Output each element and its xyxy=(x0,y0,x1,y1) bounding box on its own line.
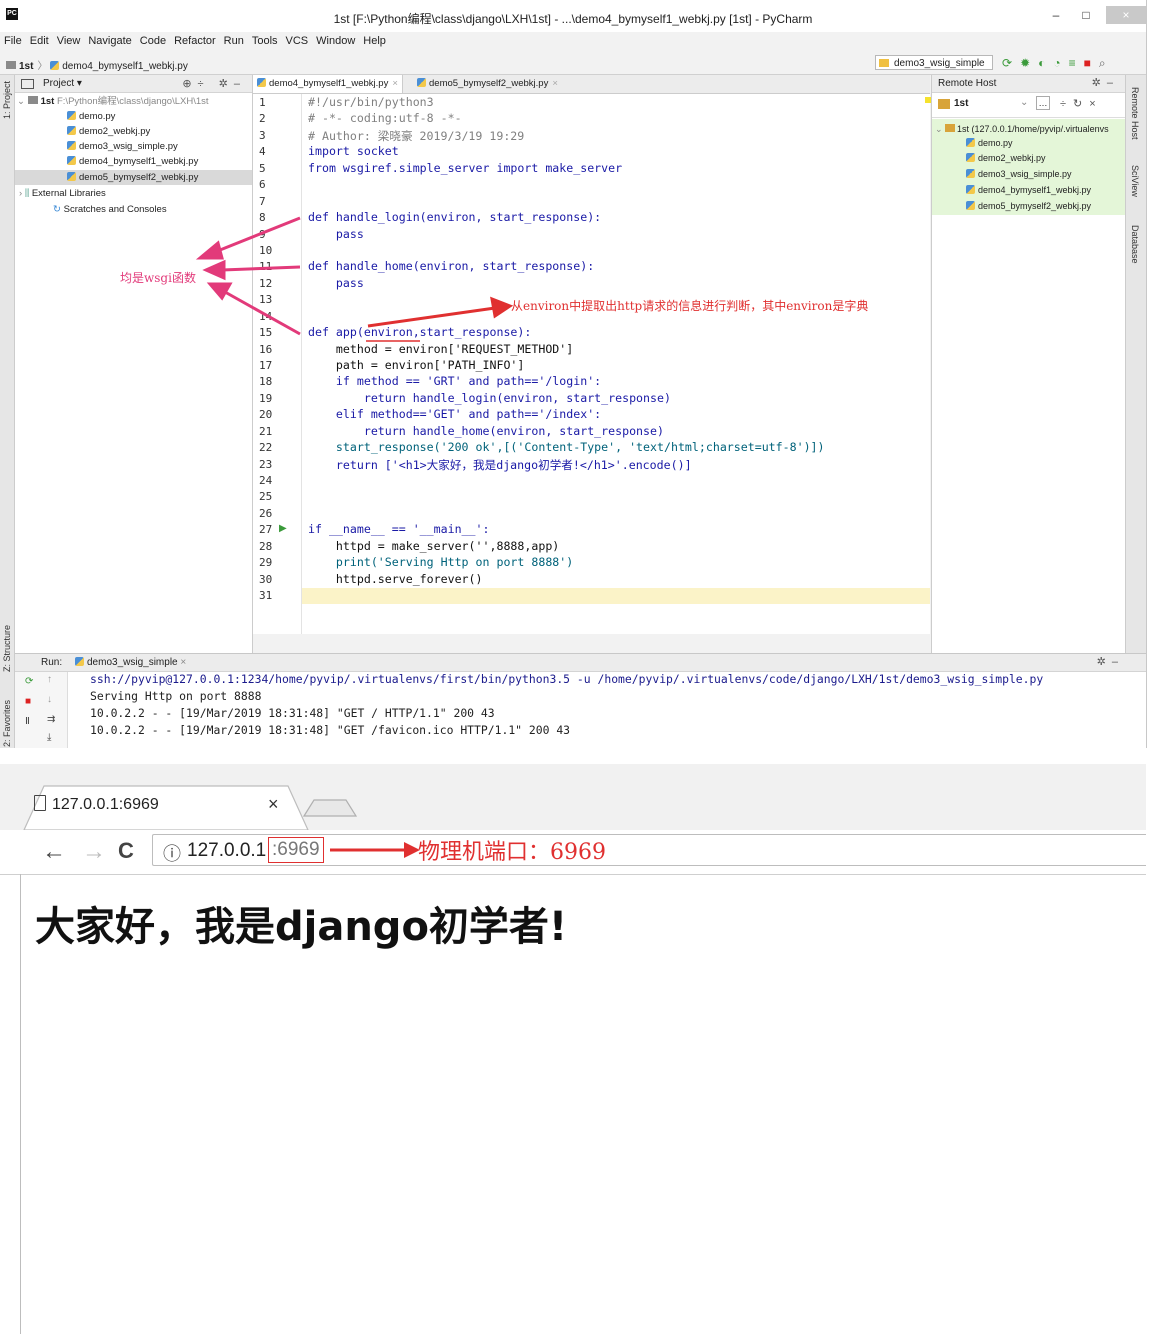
page-icon xyxy=(34,795,46,811)
url-port: :6969 xyxy=(268,837,324,863)
new-tab-button xyxy=(302,799,358,817)
info-icon[interactable]: ⓘ xyxy=(163,840,181,866)
arrowhead xyxy=(195,240,224,260)
arrowhead xyxy=(490,296,514,319)
annotation-arrows xyxy=(195,216,514,342)
tab-title[interactable]: 127.0.0.1:6969 xyxy=(52,796,159,814)
arrowhead xyxy=(206,282,233,301)
arrow-to-handle-home xyxy=(221,265,301,272)
port-annotation: 物理机端口：6969 xyxy=(418,840,606,865)
url-input[interactable]: ⓘ 127.0.0.1 :6969 xyxy=(152,834,1146,866)
pycharm-window: PC 1st [F:\Python编程\class\django\LXH\1st… xyxy=(0,0,1147,748)
back-button[interactable]: ← xyxy=(42,838,66,866)
page-content: 大家好，我是django初学者! xyxy=(20,874,1147,1334)
port-arrow xyxy=(330,842,420,858)
close-tab-button[interactable]: × xyxy=(268,794,279,815)
forward-button[interactable]: → xyxy=(82,838,106,866)
arrow-to-environ xyxy=(367,306,496,328)
reload-button[interactable]: C xyxy=(118,838,134,864)
tab-strip: 127.0.0.1:6969 × xyxy=(0,764,1146,834)
arrow-to-handle-login xyxy=(214,216,301,254)
arrowhead xyxy=(202,259,226,281)
browser-window: 127.0.0.1:6969 × ← → C ⓘ 127.0.0.1 :6969… xyxy=(0,764,1146,1334)
url-host: 127.0.0.1 xyxy=(187,840,267,861)
page-heading: 大家好，我是django初学者! xyxy=(35,904,568,950)
arrow-to-app xyxy=(224,290,301,336)
